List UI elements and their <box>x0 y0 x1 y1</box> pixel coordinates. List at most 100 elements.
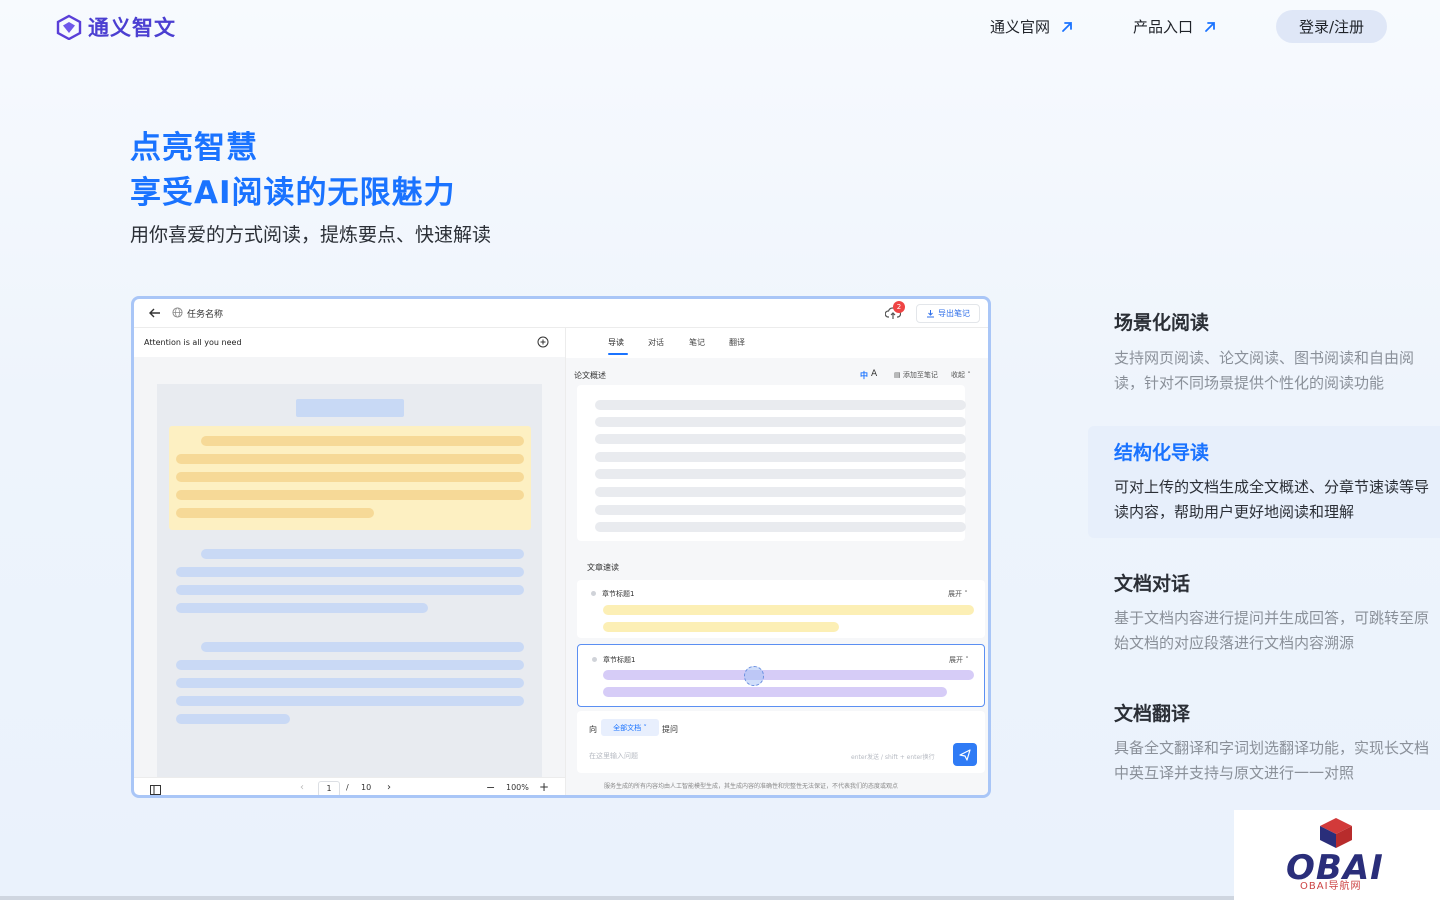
text-line-placeholder <box>595 434 966 444</box>
ask-box: 向 全部文档 ˅ 提问 在这里输入问题 enter发送 / shift + en… <box>577 711 985 773</box>
notification-badge: 2 <box>893 301 905 313</box>
zoom-out-button[interactable]: − <box>486 781 495 794</box>
chapter-title: 章节标题1 <box>603 656 636 664</box>
tab-translate[interactable]: 翻译 <box>729 337 745 348</box>
text-line-placeholder <box>595 452 966 462</box>
feature-title: 场景化阅读 <box>1114 312 1210 334</box>
app-toolbar: 任务名称 2 导出笔记 <box>134 299 988 328</box>
add-to-notes-label: 添加至笔记 <box>902 371 938 379</box>
chapter-expand-button[interactable]: 展开 ˅ <box>949 655 969 665</box>
tongyi-logo-icon <box>56 14 82 40</box>
chapter-bullet <box>591 591 596 596</box>
lang-toggle-en[interactable]: A <box>871 369 877 379</box>
lang-toggle-zh[interactable]: 中 <box>860 370 868 381</box>
question-input[interactable]: 在这里输入问题 <box>589 751 638 761</box>
chapter-card[interactable]: 章节标题1 展开 ˅ <box>577 580 985 638</box>
text-line-placeholder <box>595 417 966 427</box>
page-number-input[interactable]: 1 <box>318 781 340 795</box>
next-page-button[interactable]: › <box>387 782 391 793</box>
chapter-expand-button[interactable]: 展开 ˅ <box>948 589 968 599</box>
globe-icon <box>172 307 183 318</box>
collapse-label: 收起 <box>951 371 965 379</box>
text-line-placeholder <box>201 549 524 559</box>
feature-doc-chat[interactable]: 文档对话 基于文档内容进行提问并生成回答，可跳转至原始文档的对应段落进行文档内容… <box>1088 557 1440 667</box>
watermark-subtext: OBAI导航网 <box>1300 881 1362 892</box>
document-page <box>157 384 542 777</box>
tab-chat[interactable]: 对话 <box>648 337 664 348</box>
bottom-divider <box>0 896 1234 900</box>
feature-doc-translate[interactable]: 文档翻译 具备全文翻译和字词划选翻译功能，实现长文档中英互译并支持与原文进行一一… <box>1088 687 1440 797</box>
nav-link-label: 通义官网 <box>990 18 1051 36</box>
text-line-placeholder <box>176 603 428 613</box>
page-separator: / <box>346 783 349 792</box>
chapter-expand-label: 展开 <box>948 590 962 598</box>
text-line-placeholder <box>201 436 524 446</box>
add-to-notes-button[interactable]: ▤ 添加至笔记 <box>894 370 938 380</box>
prev-page-button[interactable]: ‹ <box>300 782 304 793</box>
assistant-pane: 导读 对话 笔记 翻译 论文概述 中 A ▤ 添加至笔记 收起 ˄ 文章速读 章… <box>566 328 988 795</box>
add-circle-icon[interactable] <box>537 336 549 348</box>
text-line-placeholder <box>176 660 524 670</box>
text-line-placeholder <box>595 505 966 515</box>
text-line-placeholder <box>595 400 966 410</box>
tab-notes[interactable]: 笔记 <box>689 337 705 348</box>
external-arrow-icon <box>1205 21 1215 32</box>
product-preview-window: 任务名称 2 导出笔记 Attention is all you need ‹ … <box>131 296 991 798</box>
summary-section-title: 论文概述 <box>574 371 606 380</box>
text-line-placeholder <box>603 687 947 697</box>
nav-link-product-entry[interactable]: 产品入口 <box>1133 16 1217 37</box>
sidebar-toggle-icon[interactable] <box>150 785 161 795</box>
export-notes-button[interactable]: 导出笔记 <box>916 304 980 323</box>
speed-read-section-title: 文章速读 <box>587 563 619 572</box>
collapse-button[interactable]: 收起 ˄ <box>951 370 971 380</box>
text-line-placeholder <box>595 469 966 479</box>
text-line-placeholder <box>176 678 524 688</box>
text-line-placeholder <box>176 508 374 518</box>
feature-structured-guide[interactable]: 结构化导读 可对上传的文档生成全文概述、分章节速读等导读内容，帮助用户更好地阅读… <box>1088 426 1440 538</box>
chapter-card-selected[interactable]: 章节标题1 展开 ˅ <box>577 644 985 707</box>
doc-scope-dropdown[interactable]: 全部文档 ˅ <box>601 719 659 736</box>
chapter-expand-label: 展开 <box>949 656 963 664</box>
zoom-level: 100% <box>506 783 529 792</box>
document-name: Attention is all you need <box>144 338 242 347</box>
nav-link-official-site[interactable]: 通义官网 <box>990 16 1074 37</box>
feature-title: 文档翻译 <box>1114 703 1191 725</box>
logo[interactable]: 通义智文 <box>56 12 176 42</box>
text-line-placeholder <box>201 642 524 652</box>
hero-title-line2: 享受AI阅读的无限魅力 <box>130 175 456 211</box>
feature-title: 文档对话 <box>1114 573 1191 595</box>
document-footer: ‹ 1 / 10 › − 100% + <box>134 777 565 795</box>
zoom-in-button[interactable]: + <box>539 780 549 794</box>
ask-prefix: 向 <box>589 725 597 734</box>
text-line-placeholder <box>176 472 524 482</box>
export-notes-label: 导出笔记 <box>938 309 970 318</box>
feature-description: 可对上传的文档生成全文概述、分章节速读等导读内容，帮助用户更好地阅读和理解 <box>1114 478 1430 521</box>
summary-card <box>577 385 966 541</box>
send-button[interactable] <box>953 743 977 766</box>
text-line-placeholder <box>176 490 524 500</box>
login-register-button[interactable]: 登录/注册 <box>1276 10 1387 43</box>
send-icon <box>959 748 971 761</box>
ai-disclaimer: 服务生成的所有内容均由人工智能模型生成，其生成内容的准确性和完整性无法保证，不代… <box>604 783 899 790</box>
back-arrow-icon[interactable] <box>148 306 162 320</box>
nav-link-label: 产品入口 <box>1133 18 1194 36</box>
doc-title-placeholder <box>296 399 404 417</box>
highlighted-paragraph <box>169 426 531 530</box>
watermark-cube-icon <box>1320 818 1352 848</box>
assistant-tabs: 导读 对话 笔记 翻译 <box>566 328 988 358</box>
input-hint: enter发送 / shift + enter换行 <box>851 754 935 761</box>
hero-subtitle: 用你喜爱的方式阅读，提炼要点、快速解读 <box>130 224 492 246</box>
page-total: 10 <box>361 783 372 792</box>
doc-scope-label: 全部文档 <box>613 723 642 732</box>
watermark: OBAI OBAI导航网 <box>1234 810 1440 900</box>
feature-description: 支持网页阅读、论文阅读、图书阅读和自由阅读，针对不同场景提供个性化的阅读功能 <box>1114 349 1415 392</box>
ask-suffix: 提问 <box>662 725 678 734</box>
text-line-placeholder <box>176 714 290 724</box>
document-viewer[interactable] <box>134 357 565 777</box>
feature-scene-reading[interactable]: 场景化阅读 支持网页阅读、论文阅读、图书阅读和自由阅读，针对不同场景提供个性化的… <box>1088 296 1440 406</box>
task-name: 任务名称 <box>187 310 224 320</box>
tab-guide[interactable]: 导读 <box>608 337 624 348</box>
feature-description: 基于文档内容进行提问并生成回答，可跳转至原始文档的对应段落进行文档内容溯源 <box>1114 609 1430 652</box>
text-line-placeholder <box>176 567 524 577</box>
text-line-placeholder <box>176 585 524 595</box>
